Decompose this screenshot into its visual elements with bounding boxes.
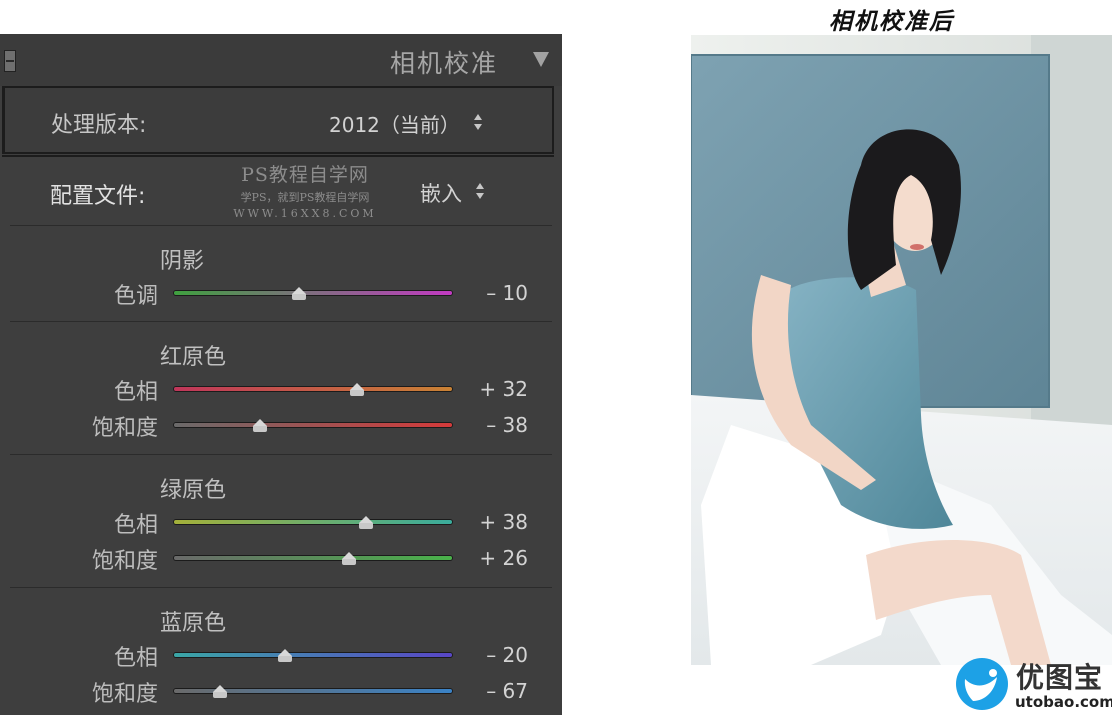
bird-logo-icon	[956, 658, 1008, 710]
slider-track[interactable]	[174, 419, 452, 432]
slider-value[interactable]: + 32	[458, 377, 528, 401]
slider-label: 色相	[113, 646, 158, 671]
group-title: 阴影	[160, 249, 205, 274]
slider-label: 色相	[113, 513, 158, 538]
process-version-label: 处理版本:	[51, 113, 147, 138]
group-title: 红原色	[160, 345, 227, 370]
after-caption: 相机校准后	[829, 8, 954, 35]
watermark-url: WWW.16XX8.COM	[233, 207, 377, 220]
panel-header[interactable]: 相机校准	[0, 34, 562, 86]
slider-value[interactable]: – 67	[458, 679, 528, 703]
logo-url: utobao.com	[1015, 693, 1112, 711]
slider-track[interactable]	[174, 552, 452, 565]
process-version-select[interactable]: 2012（当前）	[329, 109, 460, 138]
group-shadows: 阴影 色调 – 10	[10, 225, 552, 322]
camera-calibration-panel: 相机校准 处理版本: 2012（当前） 配置文件: 嵌入 PS教程自学网 学PS…	[0, 34, 562, 715]
group-red-primary: 红原色 色相 + 32 饱和度 – 38	[10, 321, 552, 455]
slider-value[interactable]: – 10	[458, 281, 528, 305]
watermark: PS教程自学网 学PS，就到PS教程自学网 WWW.16XX8.COM	[200, 160, 410, 220]
slider-label: 饱和度	[91, 549, 158, 574]
slider-track[interactable]	[174, 649, 452, 662]
slider-value[interactable]: + 38	[458, 510, 528, 534]
slider-label: 色相	[113, 380, 158, 405]
slider-value[interactable]: + 26	[458, 546, 528, 570]
process-stepper-icon[interactable]	[474, 114, 482, 130]
profile-label: 配置文件:	[50, 184, 146, 209]
slider-track[interactable]	[174, 383, 452, 396]
slider-value[interactable]: – 20	[458, 643, 528, 667]
slider-track[interactable]	[174, 516, 452, 529]
logo-name: 优图宝	[1016, 661, 1104, 694]
group-green-primary: 绿原色 色相 + 38 饱和度 + 26	[10, 454, 552, 588]
collapse-triangle-icon[interactable]	[533, 52, 549, 67]
utobao-logo: 优图宝 utobao.com	[955, 655, 1112, 715]
group-blue-primary: 蓝原色 色相 – 20 饱和度 – 67	[10, 587, 552, 716]
slider-label: 色调	[113, 284, 158, 309]
watermark-slogan: 学PS，就到PS教程自学网	[240, 191, 370, 204]
slider-track[interactable]	[174, 287, 452, 300]
group-title: 绿原色	[160, 478, 227, 503]
slider-track[interactable]	[174, 685, 452, 698]
process-version-row: 处理版本: 2012（当前）	[2, 86, 554, 154]
panel-title: 相机校准	[389, 49, 498, 78]
photo-illustration	[691, 35, 1112, 665]
after-photo	[691, 35, 1112, 665]
slider-value[interactable]: – 38	[458, 413, 528, 437]
profile-select[interactable]: 嵌入	[420, 178, 462, 208]
slider-label: 饱和度	[91, 416, 158, 441]
panel-toggle-icon[interactable]	[4, 50, 16, 72]
profile-stepper-icon[interactable]	[476, 183, 484, 199]
slider-label: 饱和度	[91, 682, 158, 707]
group-title: 蓝原色	[160, 611, 227, 636]
watermark-title: PS教程自学网	[241, 164, 369, 186]
